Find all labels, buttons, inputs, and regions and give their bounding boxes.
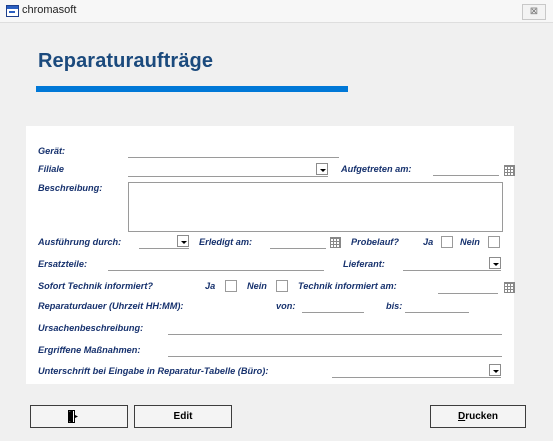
probelauf-nein-label: Nein bbox=[460, 237, 480, 247]
unterschrift-combo[interactable] bbox=[332, 364, 501, 378]
aufgetreten-calendar-icon[interactable] bbox=[504, 165, 515, 176]
sofort-nein-checkbox[interactable] bbox=[276, 280, 288, 292]
exit-button[interactable] bbox=[30, 405, 128, 428]
ersatzteile-label: Ersatzteile: bbox=[38, 259, 88, 269]
probelauf-nein-checkbox[interactable] bbox=[488, 236, 500, 248]
filiale-label: Filiale bbox=[38, 164, 65, 174]
erledigt-date-field[interactable] bbox=[270, 248, 326, 249]
lieferant-label: Lieferant: bbox=[343, 259, 385, 269]
erledigt-label: Erledigt am: bbox=[199, 237, 253, 247]
von-time-field[interactable] bbox=[302, 312, 364, 313]
erledigt-calendar-icon[interactable] bbox=[330, 237, 341, 248]
probelauf-label: Probelauf? bbox=[351, 237, 399, 247]
heading-accent-bar bbox=[36, 86, 348, 92]
ausfuehrung-label: Ausführung durch: bbox=[38, 237, 122, 247]
filiale-dropdown-button[interactable] bbox=[316, 163, 328, 175]
app-form-icon bbox=[6, 5, 19, 17]
sofort-ja-checkbox[interactable] bbox=[225, 280, 237, 292]
ersatzteile-field[interactable] bbox=[108, 270, 324, 271]
page-title: Reparaturaufträge bbox=[38, 50, 214, 72]
bis-label: bis: bbox=[386, 301, 403, 311]
ausfuehrung-combo[interactable] bbox=[139, 235, 189, 249]
exit-door-icon bbox=[68, 410, 78, 423]
probelauf-ja-checkbox[interactable] bbox=[441, 236, 453, 248]
massnahmen-label: Ergriffene Maßnahmen: bbox=[38, 345, 141, 355]
drucken-label: rucken bbox=[465, 411, 499, 422]
ausfuehrung-dropdown-button[interactable] bbox=[177, 235, 189, 247]
close-button[interactable]: ⊠ bbox=[522, 4, 546, 20]
window-title: chromasoft bbox=[22, 4, 77, 16]
unterschrift-label: Unterschrift bei Eingabe in Reparatur-Ta… bbox=[38, 366, 269, 376]
technik-informiert-date-field[interactable] bbox=[438, 293, 498, 294]
massnahmen-field[interactable] bbox=[168, 356, 502, 357]
sofort-technik-label: Sofort Technik informiert? bbox=[38, 281, 154, 291]
title-bar: chromasoft ⊠ bbox=[0, 0, 553, 23]
edit-button[interactable]: Edit bbox=[134, 405, 232, 428]
reparaturdauer-label: Reparaturdauer (Uhrzeit HH:MM): bbox=[38, 301, 184, 311]
geraet-field[interactable] bbox=[128, 157, 339, 158]
sofort-nein-label: Nein bbox=[247, 281, 267, 291]
geraet-label: Gerät: bbox=[38, 146, 66, 156]
drucken-button[interactable]: Drucken bbox=[430, 405, 526, 428]
lieferant-combo[interactable] bbox=[403, 257, 501, 271]
filiale-combo[interactable] bbox=[128, 163, 328, 177]
ursachen-field[interactable] bbox=[168, 334, 502, 335]
aufgetreten-label: Aufgetreten am: bbox=[341, 164, 412, 174]
technik-informiert-am-label: Technik informiert am: bbox=[298, 281, 397, 291]
lieferant-dropdown-button[interactable] bbox=[489, 257, 501, 269]
ursachen-label: Ursachenbeschreibung: bbox=[38, 323, 144, 333]
beschreibung-textarea[interactable] bbox=[128, 182, 503, 232]
aufgetreten-date-field[interactable] bbox=[433, 175, 499, 176]
beschreibung-label: Beschreibung: bbox=[38, 183, 103, 193]
sofort-ja-label: Ja bbox=[205, 281, 216, 291]
bis-time-field[interactable] bbox=[405, 312, 469, 313]
technik-calendar-icon[interactable] bbox=[504, 282, 515, 293]
von-label: von: bbox=[276, 301, 296, 311]
unterschrift-dropdown-button[interactable] bbox=[489, 364, 501, 376]
probelauf-ja-label: Ja bbox=[423, 237, 434, 247]
